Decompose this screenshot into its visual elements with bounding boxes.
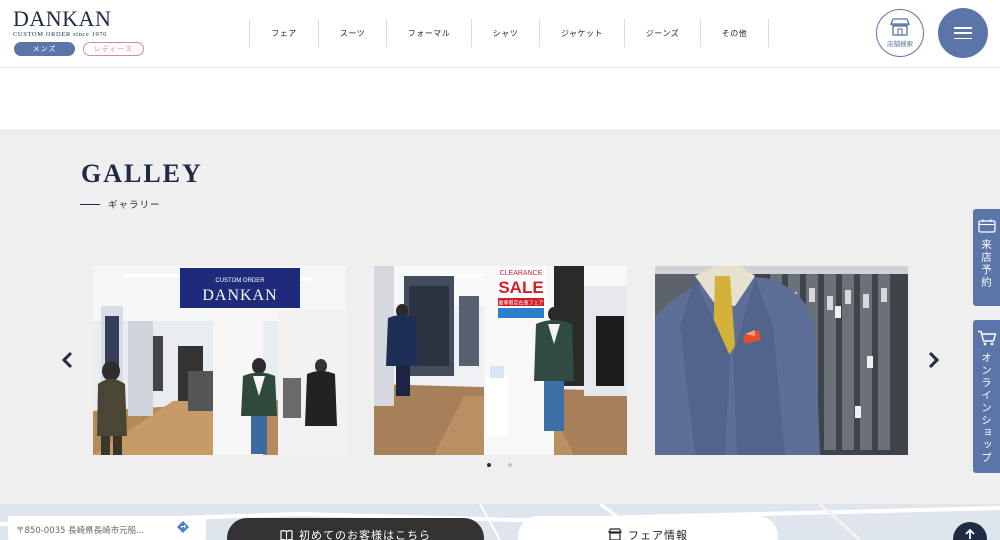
nav-shirts[interactable]: シャツ	[472, 19, 540, 47]
nav-other[interactable]: その他	[701, 19, 769, 47]
subtitle-line	[80, 203, 100, 205]
book-icon	[280, 530, 293, 540]
gallery-title: GALLEY	[81, 159, 203, 188]
store-search-button[interactable]: 店舗検索	[876, 9, 924, 57]
mens-button[interactable]: メンズ	[14, 42, 75, 56]
hamburger-icon	[954, 27, 972, 39]
site-header: DANKAN CUSTOM ORDER since 1976 メンズ レディース…	[0, 0, 1000, 68]
store-icon	[890, 18, 910, 36]
store-reservation-label: 来店予約	[980, 239, 992, 289]
sale-sign-bottom: 夏季限定在庫フェア	[498, 300, 543, 307]
fair-info-label: フェア情報	[628, 529, 688, 540]
nav-fair[interactable]: フェア	[250, 19, 319, 47]
arrow-up-icon	[965, 528, 975, 539]
sign-brand: DANKAN	[202, 287, 277, 304]
gallery-image-sale-area[interactable]: CLEARANCE SALE 夏季限定在庫フェア	[374, 266, 627, 455]
sale-sign-top: CLEARANCE	[500, 270, 543, 277]
chevron-left-icon[interactable]	[60, 350, 76, 370]
first-visit-button[interactable]: 初めてのお客様はこちら	[227, 518, 484, 540]
gallery-subtitle: ギャラリー	[80, 197, 161, 211]
store-reservation-tab[interactable]: 来店予約	[973, 209, 1000, 306]
site-logo[interactable]: DANKAN CUSTOM ORDER since 1976	[13, 6, 112, 39]
nav-jackets[interactable]: ジャケット	[540, 19, 625, 47]
store-search-label: 店舗検索	[887, 40, 913, 48]
directions-icon[interactable]	[176, 520, 190, 534]
nav-formal[interactable]: フォーマル	[387, 19, 472, 47]
shop-icon	[608, 528, 622, 540]
womens-button[interactable]: レディース	[83, 42, 144, 56]
chevron-right-icon[interactable]	[925, 350, 941, 370]
hamburger-menu-button[interactable]	[938, 8, 988, 58]
shopping-cart-icon	[977, 330, 996, 346]
map-area: 〒850-0035 長崎県長崎市元船... 初めてのお客様はこちら フェア情報	[0, 504, 1000, 540]
fair-info-button[interactable]: フェア情報	[518, 516, 778, 540]
calendar-icon	[977, 219, 996, 233]
nav-suits[interactable]: スーツ	[319, 19, 387, 47]
main-nav: フェア スーツ フォーマル シャツ ジャケット ジーンズ その他	[249, 19, 769, 47]
carousel-dots	[487, 463, 512, 467]
nav-jeans[interactable]: ジーンズ	[625, 19, 701, 47]
gender-switch: メンズ レディース	[14, 42, 144, 56]
first-visit-label: 初めてのお客様はこちら	[299, 529, 431, 540]
carousel-dot-1[interactable]	[487, 463, 491, 467]
carousel-dot-2[interactable]	[508, 463, 512, 467]
gallery-image-jacket-closeup[interactable]	[655, 266, 908, 455]
online-shop-label: オンラインショップ	[980, 352, 992, 465]
gallery-subtitle-text: ギャラリー	[108, 200, 161, 211]
sign-custom-order: CUSTOM ORDER	[215, 278, 265, 284]
gallery-image-store-entrance[interactable]: CUSTOM ORDER DANKAN	[93, 266, 346, 455]
logo-subtitle: CUSTOM ORDER since 1976	[13, 31, 108, 38]
sale-sign-main: SALE	[498, 278, 543, 297]
logo-text: DANKAN	[13, 6, 112, 31]
online-shop-tab[interactable]: オンラインショップ	[973, 320, 1000, 473]
gallery-section: GALLEY ギャラリー CUSTOM ORDER DANKAN CLEARAN…	[0, 129, 1000, 504]
